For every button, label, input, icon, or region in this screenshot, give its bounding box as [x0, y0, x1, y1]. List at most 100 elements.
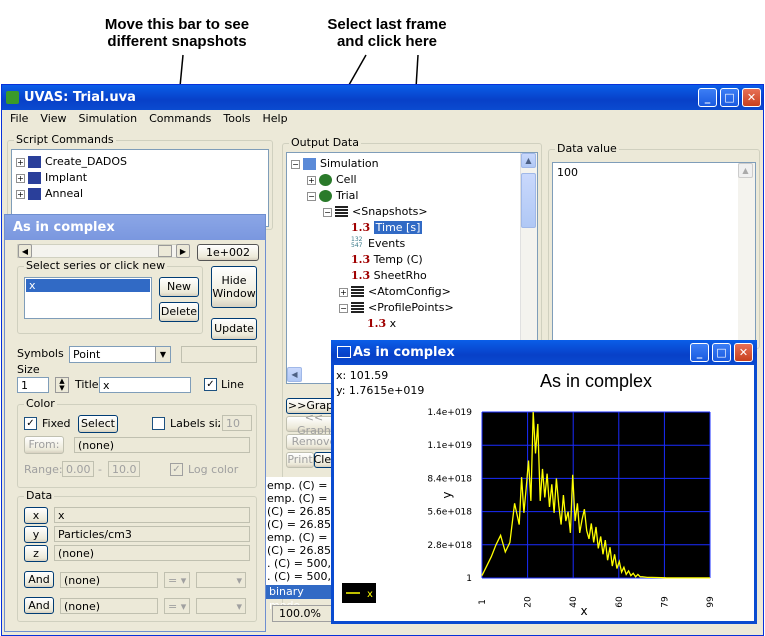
from-button[interactable]: From:: [24, 436, 64, 454]
list-icon: [351, 286, 364, 298]
close-icon[interactable]: ✕: [742, 88, 761, 107]
menu-help[interactable]: Help: [257, 110, 294, 128]
graph-window: As in complex _ □ ✕ x: 101.59 y: 1.7615e…: [331, 340, 757, 624]
labels-size-checkbox[interactable]: [152, 417, 165, 430]
series-list[interactable]: x: [24, 277, 152, 319]
series-panel-title-bar: As in complex: [5, 215, 265, 240]
title-input[interactable]: x: [99, 377, 191, 393]
select-color-button[interactable]: Select: [78, 415, 118, 433]
script-icon: [28, 188, 41, 200]
maximize-icon[interactable]: □: [712, 343, 731, 362]
log-color-checkbox[interactable]: ✓: [170, 463, 183, 476]
operator-select[interactable]: = ▾: [164, 572, 190, 588]
main-title-bar: UVAS: Trial.uva _ □ ✕: [2, 85, 763, 110]
line-checkbox[interactable]: ✓: [204, 378, 217, 391]
chevron-down-icon[interactable]: ▼: [155, 347, 170, 362]
tree-node-simulation[interactable]: − Simulation: [291, 157, 379, 170]
script-icon: [28, 156, 41, 168]
data-value-box[interactable]: 100 ▲: [552, 162, 756, 346]
script-item[interactable]: + Implant: [16, 171, 87, 184]
menu-bar: File View Simulation Commands Tools Help: [4, 110, 294, 128]
scroll-up-icon[interactable]: ▲: [521, 153, 536, 168]
y-tick-label: 1.4e+019: [427, 408, 472, 418]
window-icon: [337, 346, 351, 358]
chevron-down-icon[interactable]: ▾: [196, 598, 246, 614]
slider-right-icon[interactable]: ▶: [176, 244, 190, 258]
close-icon[interactable]: ✕: [734, 343, 753, 362]
scroll-up-icon[interactable]: ▲: [738, 163, 753, 178]
fixed-checkbox[interactable]: ✓: [24, 417, 37, 430]
range-min-input[interactable]: 0.00: [62, 461, 94, 477]
tree-scrollbar[interactable]: ▲: [520, 153, 537, 367]
x-tick-label: 1: [478, 599, 488, 605]
data-x-button[interactable]: x: [24, 507, 48, 524]
menu-commands[interactable]: Commands: [143, 110, 217, 128]
x-tick-label: 60: [615, 596, 625, 608]
data-value-group: Data value 100 ▲: [548, 142, 760, 349]
range-max-input[interactable]: 10.0: [108, 461, 140, 477]
graph-canvas[interactable]: x: 101.59 y: 1.7615e+019 As in complex 1 2…: [334, 365, 754, 621]
integer-icon: 132 547: [351, 236, 363, 249]
chevron-down-icon[interactable]: ▾: [196, 572, 246, 588]
list-icon: [351, 302, 364, 314]
update-button[interactable]: Update: [211, 318, 257, 340]
slider-thumb[interactable]: [158, 245, 172, 257]
plot-area: [482, 412, 710, 578]
data-z-button[interactable]: z: [24, 545, 48, 562]
minimize-icon[interactable]: _: [698, 88, 717, 107]
and-value: (none): [60, 598, 158, 614]
script-item[interactable]: + Anneal: [16, 187, 83, 200]
series-item[interactable]: x: [26, 279, 150, 292]
tree-node-time[interactable]: 1.3 Time [s]: [351, 221, 423, 234]
tree-node-trial[interactable]: − Trial: [307, 189, 358, 202]
menu-simulation[interactable]: Simulation: [73, 110, 144, 128]
tree-node-snapshots[interactable]: − <Snapshots>: [323, 205, 428, 218]
y-tick-label: 8.4e+018: [427, 474, 472, 484]
x-tick-label: 99: [706, 596, 716, 608]
data-z-value: (none): [54, 545, 250, 561]
menu-view[interactable]: View: [34, 110, 72, 128]
x-axis-label: x: [580, 604, 587, 618]
and-button[interactable]: And: [24, 571, 54, 588]
chart-svg: As in complex 1 2.8e+018 5.6e+018 8.4e+018 1.…: [342, 371, 716, 618]
menu-tools[interactable]: Tools: [217, 110, 256, 128]
y-axis-label: y: [440, 491, 454, 498]
symbols-select[interactable]: Point ▼: [69, 346, 171, 363]
frame-slider[interactable]: ◀ ▶: [17, 244, 190, 258]
slider-left-icon[interactable]: ◀: [18, 244, 32, 258]
minimize-icon[interactable]: _: [690, 343, 709, 362]
tree-node-profilepoints[interactable]: − <ProfilePoints>: [339, 301, 454, 314]
symbols-preview: [181, 346, 257, 363]
simulation-icon: [303, 158, 316, 170]
maximize-icon[interactable]: □: [720, 88, 739, 107]
hide-window-button[interactable]: Hide Window: [211, 266, 257, 308]
menu-file[interactable]: File: [4, 110, 34, 128]
size-stepper[interactable]: ▲ ▼: [55, 377, 69, 393]
chart-title: As in complex: [540, 371, 652, 391]
new-series-button[interactable]: New: [159, 277, 199, 297]
size-input[interactable]: 1: [17, 377, 49, 393]
color-group: Color ✓ Fixed Select Labels size 10 From…: [17, 397, 257, 488]
print-button[interactable]: Print: [286, 452, 314, 468]
and-button[interactable]: And: [24, 597, 54, 614]
graph-title-bar: As in complex _ □ ✕: [331, 340, 757, 365]
tree-node-temp[interactable]: 1.3 Temp (C): [351, 253, 423, 266]
tree-node-cell[interactable]: + Cell: [307, 173, 357, 186]
operator-select[interactable]: = ▾: [164, 598, 190, 614]
legend-label: x: [367, 589, 373, 600]
data-x-value: x: [54, 507, 250, 523]
x-tick-label: 79: [660, 596, 670, 608]
tree-node-sheetrho[interactable]: 1.3 SheetRho: [351, 269, 427, 282]
tree-node-x[interactable]: 1.3 x: [367, 317, 396, 330]
scroll-left-icon[interactable]: ◀: [287, 367, 302, 382]
tree-node-atomconfig[interactable]: + <AtomConfig>: [339, 285, 451, 298]
scroll-thumb[interactable]: [521, 173, 536, 228]
x-tick-label: 40: [569, 596, 579, 608]
data-y-button[interactable]: y: [24, 526, 48, 543]
frame-value-button[interactable]: 1e+002: [197, 244, 259, 261]
tree-node-events[interactable]: 132 547 Events: [351, 236, 405, 251]
delete-series-button[interactable]: Delete: [159, 302, 199, 322]
app-icon: [6, 91, 19, 104]
script-item[interactable]: + Create_DADOS: [16, 155, 127, 168]
labels-size-input[interactable]: 10: [222, 415, 252, 431]
